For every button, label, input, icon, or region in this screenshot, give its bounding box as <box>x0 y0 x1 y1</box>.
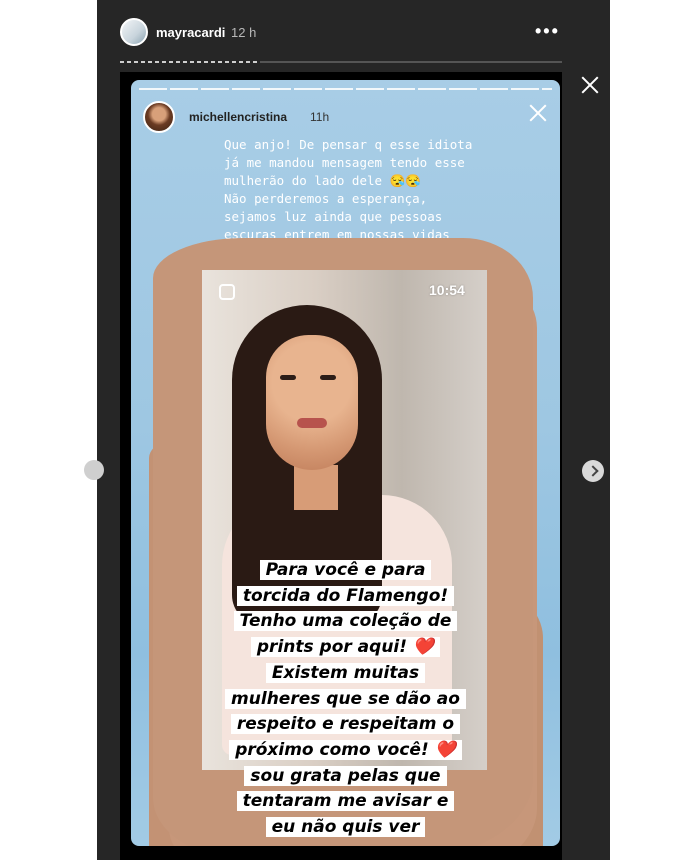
overlay-line: tentaram me avisar e <box>131 789 560 815</box>
overlay-line: prints por aqui! ❤️ <box>131 635 560 661</box>
overlay-line: eu não quis ver <box>131 815 560 841</box>
shared-story-time: 11h <box>310 110 330 124</box>
status-clock: 10:54 <box>429 282 465 298</box>
overlay-line-text: tentaram me avisar e <box>236 791 455 812</box>
overlay-line: torcida do Flamengo! <box>131 584 560 610</box>
overlay-line: mulheres que se dão ao <box>131 687 560 713</box>
story-progress-bar-remaining <box>260 61 562 63</box>
overlay-line: respeito e respeitam o <box>131 712 560 738</box>
overlay-line-text: torcida do Flamengo! <box>236 585 455 606</box>
overlay-line-text: Tenho uma coleção de <box>233 611 458 632</box>
overlay-text-block: Para você e para torcida do Flamengo! Te… <box>131 558 560 841</box>
overlay-line-text: próximo como você! ❤️ <box>229 739 462 760</box>
inner-story-progress-bars <box>139 88 552 90</box>
eye-right <box>320 375 336 380</box>
overlay-line-text: prints por aqui! ❤️ <box>250 637 441 658</box>
overlay-line-text: Para você e para <box>259 560 432 580</box>
face <box>266 335 358 470</box>
overlay-line: sou grata pelas que <box>131 764 560 790</box>
overlay-line: próximo como você! ❤️ <box>131 738 560 764</box>
post-time: 12 h <box>231 25 257 40</box>
avatar[interactable] <box>120 18 148 46</box>
overlay-line: Existem muitas <box>131 661 560 687</box>
lips <box>297 418 327 428</box>
overlay-line: Tenho uma coleção de <box>131 609 560 635</box>
left-background <box>0 0 97 860</box>
overlay-line-text: sou grata pelas que <box>244 765 447 786</box>
next-story-button[interactable] <box>582 460 604 482</box>
username[interactable]: mayracardi <box>156 25 225 40</box>
shared-story-username: michellencristina <box>189 110 288 124</box>
overlay-line: Para você e para <box>131 558 560 584</box>
overlay-line-text: respeito e respeitam o <box>230 714 461 735</box>
camera-icon <box>219 284 235 300</box>
close-viewer-icon[interactable] <box>579 74 601 96</box>
shared-story-avatar <box>143 101 175 133</box>
eye-left <box>280 375 296 380</box>
previous-story-button[interactable] <box>84 460 104 480</box>
shared-story-image[interactable]: michellencristina 11h Que anjo! De pensa… <box>131 80 560 846</box>
overlay-line-text: mulheres que se dão ao <box>225 688 466 709</box>
neck <box>294 465 338 510</box>
overlay-line-text: eu não quis ver <box>265 817 426 838</box>
more-options-icon[interactable]: ••• <box>535 21 560 42</box>
shared-story-close-icon <box>527 102 549 124</box>
story-progress-bar-viewed <box>120 61 260 63</box>
overlay-line-text: Existem muitas <box>265 662 426 683</box>
story-header: mayracardi 12 h ••• <box>97 0 610 62</box>
right-background <box>610 0 680 860</box>
